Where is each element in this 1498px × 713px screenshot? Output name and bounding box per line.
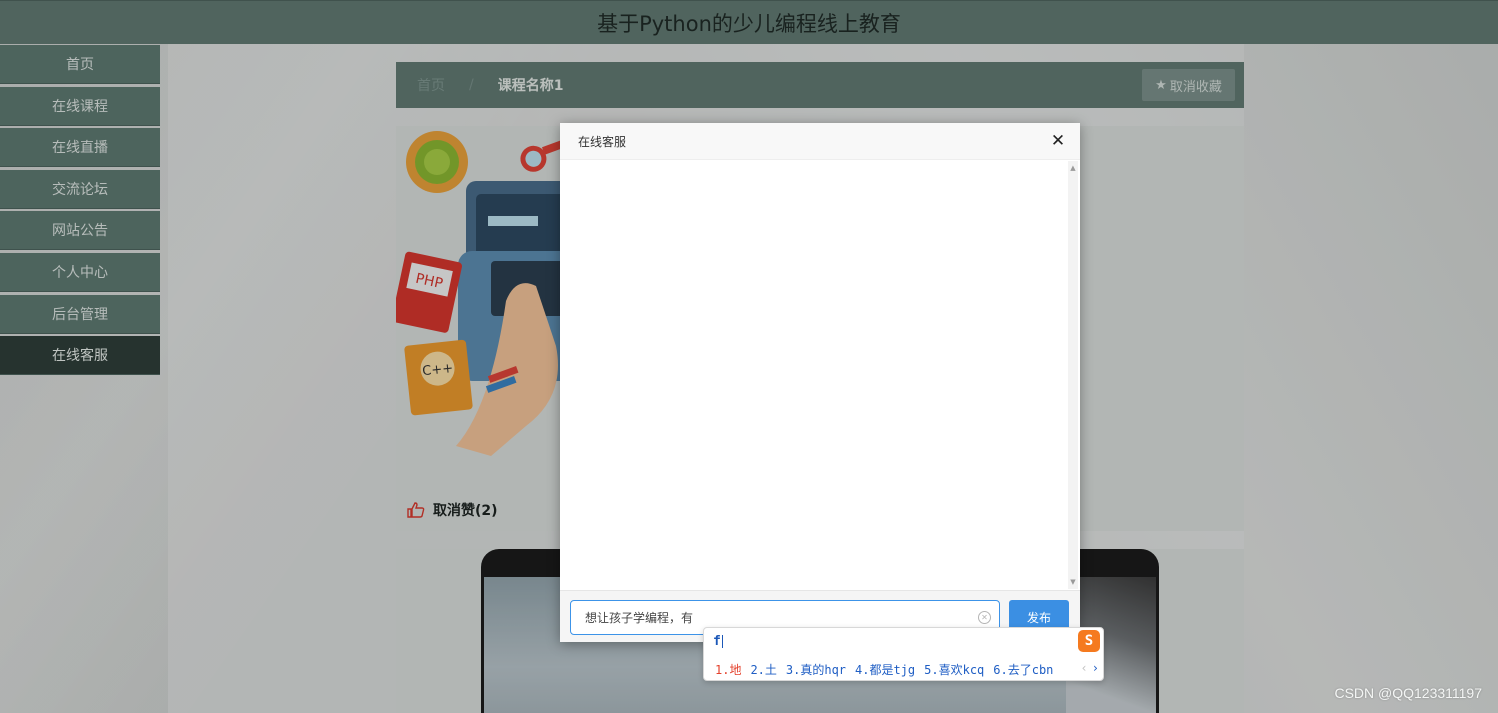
customer-service-dialog: 在线客服 ✕ ▲ ▼ 想让孩子学编程，有 ✕ 发布: [560, 123, 1080, 642]
dialog-header: 在线客服 ✕: [560, 123, 1080, 160]
ime-candidate[interactable]: 1.地: [715, 661, 741, 678]
chat-scrollbar[interactable]: ▲ ▼: [1068, 161, 1078, 589]
clear-input-icon[interactable]: ✕: [978, 611, 991, 624]
ime-candidate-list: 1.地 2.土 3.真的hqr 4.都是tjg 5.喜欢kcq 6.去了cbn: [715, 661, 1053, 678]
scroll-up-arrow-icon[interactable]: ▲: [1068, 163, 1078, 173]
ime-composition: f: [713, 634, 723, 649]
message-input-text: 想让孩子学编程，有: [585, 611, 694, 625]
ime-candidate[interactable]: 5.喜欢kcq: [924, 661, 984, 678]
ime-caret: [721, 635, 723, 648]
ime-prev-page-icon[interactable]: ‹: [1081, 661, 1088, 675]
ime-logo-icon: S: [1078, 630, 1100, 652]
close-icon[interactable]: ✕: [1048, 131, 1068, 151]
dialog-title: 在线客服: [578, 134, 627, 149]
ime-next-page-icon[interactable]: ›: [1092, 661, 1099, 675]
watermark: CSDN @QQ123311197: [1334, 685, 1482, 701]
ime-candidate[interactable]: 3.真的hqr: [786, 661, 846, 678]
ime-candidate[interactable]: 4.都是tjg: [855, 661, 915, 678]
scroll-down-arrow-icon[interactable]: ▼: [1068, 577, 1078, 587]
ime-candidate[interactable]: 6.去了cbn: [993, 661, 1053, 678]
ime-page-nav: ‹ ›: [1081, 661, 1099, 675]
ime-candidate-window: f S 1.地 2.土 3.真的hqr 4.都是tjg 5.喜欢kcq 6.去了…: [703, 627, 1104, 681]
ime-candidate[interactable]: 2.土: [750, 661, 776, 678]
ime-composition-text: f: [713, 634, 721, 649]
